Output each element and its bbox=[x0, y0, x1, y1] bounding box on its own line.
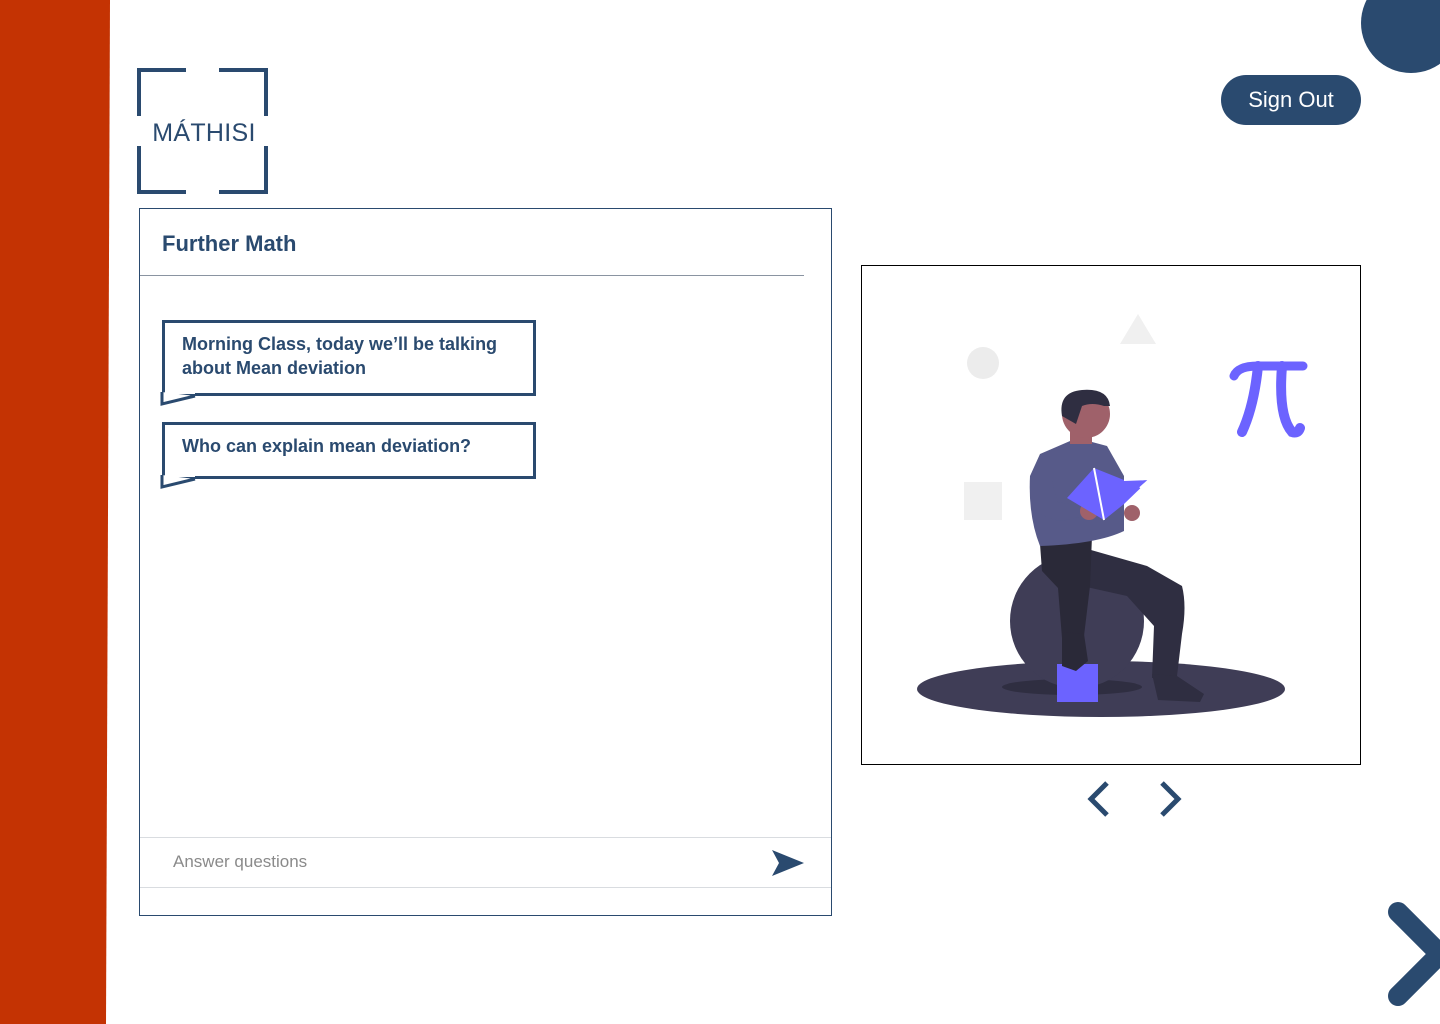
title-divider bbox=[140, 275, 804, 276]
sidebar-stripe bbox=[0, 0, 110, 1024]
logo: MÁTHISI bbox=[137, 68, 269, 194]
chevron-right-icon[interactable] bbox=[1157, 780, 1183, 818]
chat-title: Further Math bbox=[162, 231, 297, 256]
corner-decoration bbox=[1361, 0, 1440, 73]
chat-panel: Further Math Morning Class, today we’ll … bbox=[139, 208, 832, 916]
answer-input[interactable] bbox=[162, 838, 764, 885]
square-shape bbox=[964, 482, 1002, 520]
sign-out-button[interactable]: Sign Out bbox=[1221, 75, 1361, 125]
bubble-tail-icon bbox=[160, 389, 196, 406]
next-page-chevron-icon[interactable] bbox=[1388, 902, 1440, 1006]
student-reading-illustration bbox=[917, 314, 1308, 717]
chevron-left-icon[interactable] bbox=[1086, 780, 1112, 818]
bubble-tail-icon bbox=[160, 472, 196, 489]
chat-message-text: Who can explain mean deviation? bbox=[182, 436, 472, 456]
pi-icon bbox=[1229, 361, 1308, 438]
send-icon[interactable] bbox=[771, 848, 805, 878]
chat-message: Morning Class, today we’ll be talking ab… bbox=[160, 320, 536, 406]
chat-message-text: Morning Class, today we’ll be talking ab… bbox=[182, 334, 498, 378]
answer-bar bbox=[140, 837, 831, 888]
lesson-illustration bbox=[861, 265, 1361, 765]
circle-shape bbox=[967, 347, 999, 379]
triangle-shape bbox=[1120, 314, 1156, 344]
logo-text: MÁTHISI bbox=[152, 119, 256, 147]
chat-message: Who can explain mean deviation? bbox=[160, 422, 536, 489]
